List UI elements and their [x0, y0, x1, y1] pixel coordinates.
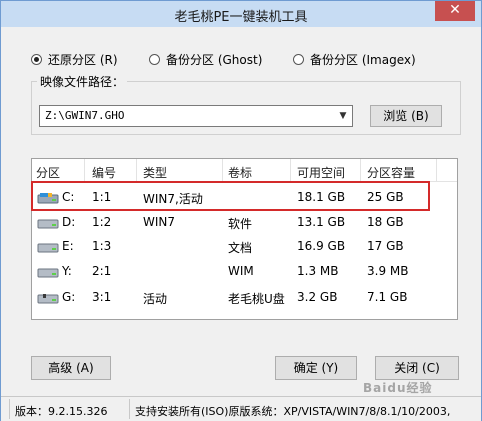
column-divider[interactable] — [360, 159, 361, 181]
cell-drive: E: — [62, 239, 74, 253]
chevron-down-icon[interactable]: ▼ — [336, 108, 350, 124]
close-button[interactable]: 关闭 (C) — [375, 356, 459, 380]
image-path-value: Z:\GWIN7.GHO — [45, 109, 125, 122]
radio-restore[interactable]: 还原分区 (R) — [31, 51, 118, 68]
cell-drive: Y: — [62, 264, 72, 278]
cell-size: 18 GB — [367, 215, 404, 229]
support-text: 支持安装所有(ISO)原版系统：XP/VISTA/WIN7/8/8.1/10/2… — [135, 405, 451, 418]
header-label[interactable]: 卷标 — [228, 164, 252, 181]
cell-free: 3.2 GB — [297, 290, 338, 304]
cell-label: WIM — [228, 264, 254, 278]
window-title: 老毛桃PE一键装机工具 — [174, 10, 308, 25]
image-path-combobox[interactable]: Z:\GWIN7.GHO ▼ — [39, 105, 353, 127]
cell-drive: D: — [62, 215, 76, 229]
radio-backup-imagex-label: 备份分区 (Imagex) — [310, 53, 416, 67]
header-type[interactable]: 类型 — [143, 164, 167, 181]
browse-button[interactable]: 浏览 (B) — [370, 105, 442, 127]
status-bar: 版本：9.2.15.326 支持安装所有(ISO)原版系统：XP/VISTA/W… — [1, 396, 481, 421]
table-row[interactable]: E: 1:3 文档 16.9 GB 17 GB — [32, 235, 457, 259]
drive-icon — [37, 268, 59, 278]
table-row[interactable]: Y: 2:1 WIM 1.3 MB 3.9 MB — [32, 260, 457, 284]
cell-free: 13.1 GB — [297, 215, 346, 229]
cell-number: 2:1 — [92, 264, 112, 278]
column-divider[interactable] — [136, 159, 137, 181]
radio-selected-icon[interactable] — [31, 54, 42, 65]
drive-icon — [37, 219, 59, 229]
version-text: 版本：9.2.15.326 — [15, 405, 108, 418]
cell-size: 3.9 MB — [367, 264, 409, 278]
cell-label: 软件 — [228, 217, 253, 231]
cell-type: WIN7 — [143, 215, 176, 229]
header-number[interactable]: 编号 — [92, 164, 116, 181]
column-divider[interactable] — [84, 159, 85, 181]
baidu-watermark: Baidu经验 — [363, 381, 433, 395]
radio-backup-imagex[interactable]: 备份分区 (Imagex) — [293, 51, 416, 68]
radio-unselected-icon[interactable] — [293, 54, 304, 65]
ok-button[interactable]: 确定 (Y) — [275, 356, 357, 380]
cell-drive: G: — [62, 290, 76, 304]
header-capacity[interactable]: 分区容量 — [367, 164, 415, 181]
cell-type: 活动 — [143, 292, 168, 306]
close-window-button[interactable]: ✕ — [435, 1, 475, 21]
header-free-space[interactable]: 可用空间 — [297, 164, 345, 181]
table-row[interactable]: G: 3:1 活动 老毛桃U盘 3.2 GB 7.1 GB — [32, 286, 457, 310]
column-divider[interactable] — [290, 159, 291, 181]
cell-size: 7.1 GB — [367, 290, 408, 304]
cell-free: 16.9 GB — [297, 239, 346, 253]
cell-number: 1:3 — [92, 239, 112, 253]
radio-restore-label: 还原分区 (R) — [48, 53, 118, 67]
status-divider — [9, 399, 10, 419]
column-divider[interactable] — [436, 159, 437, 181]
status-divider — [129, 399, 130, 419]
header-partition[interactable]: 分区 — [36, 164, 60, 181]
cell-size: 17 GB — [367, 239, 404, 253]
cell-label: 文档 — [228, 241, 253, 255]
drive-icon — [37, 243, 59, 253]
installer-window: 老毛桃PE一键装机工具 ✕ 还原分区 (R) 备份分区 (Ghost) 备份分区… — [0, 0, 482, 421]
table-row[interactable]: D: 1:2 WIN7 软件 13.1 GB 18 GB — [32, 211, 457, 235]
cell-number: 3:1 — [92, 290, 112, 304]
table-header: 分区 编号 类型 卷标 可用空间 分区容量 — [32, 159, 457, 182]
title-bar[interactable]: 老毛桃PE一键装机工具 ✕ — [1, 1, 481, 27]
selection-highlight-box — [31, 181, 430, 211]
radio-backup-ghost[interactable]: 备份分区 (Ghost) — [149, 51, 262, 68]
cell-free: 1.3 MB — [297, 264, 339, 278]
radio-unselected-icon[interactable] — [149, 54, 160, 65]
image-path-label: 映像文件路径： — [37, 73, 128, 90]
radio-backup-ghost-label: 备份分区 (Ghost) — [166, 53, 263, 67]
column-divider[interactable] — [222, 159, 223, 181]
cell-number: 1:2 — [92, 215, 112, 229]
cell-label: 老毛桃U盘 — [228, 292, 285, 306]
advanced-button[interactable]: 高级 (A) — [31, 356, 111, 380]
usb-drive-icon — [37, 294, 59, 304]
